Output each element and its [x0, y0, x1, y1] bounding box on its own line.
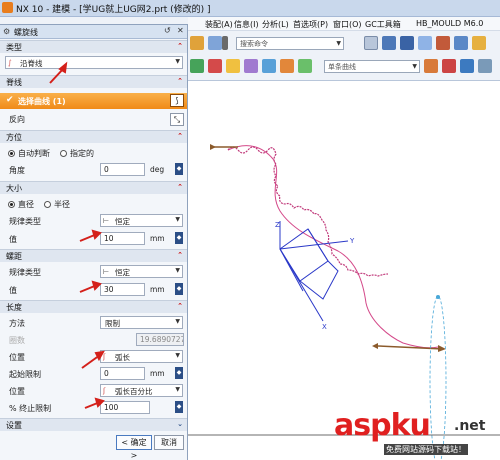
- menu-assembly[interactable]: 装配(A): [205, 19, 233, 30]
- axis-y-label: Y: [349, 237, 355, 245]
- snap-point-icon[interactable]: [208, 59, 222, 73]
- datum-csys: [279, 221, 349, 322]
- center-point-icon[interactable]: [298, 59, 312, 73]
- chain-icon[interactable]: [460, 59, 474, 73]
- toolbar-row-2: 单条曲线 ▼: [188, 55, 500, 77]
- toolbar-row-1: 搜索命令 ▼: [188, 32, 500, 54]
- menu-preferences[interactable]: 首选项(P): [293, 19, 328, 30]
- menu-analysis[interactable]: 分析(L): [262, 19, 289, 30]
- section-view-icon[interactable]: [454, 36, 468, 50]
- watermark: aspku .net 免费网站源码下载站！: [334, 408, 494, 456]
- mid-point-icon[interactable]: [244, 59, 258, 73]
- annotation-arrows: [49, 61, 105, 409]
- view-icon[interactable]: [208, 36, 222, 50]
- watermark-tld: .net: [454, 418, 486, 434]
- render-icon[interactable]: [400, 36, 414, 50]
- arrow-size-head: [91, 229, 102, 240]
- stop-at-intersection-icon[interactable]: [424, 59, 438, 73]
- shaded-view-icon[interactable]: [382, 36, 396, 50]
- end-arrow-head: [372, 343, 378, 349]
- command-search-input[interactable]: 搜索命令 ▼: [236, 37, 344, 50]
- menu-gc-toolbox[interactable]: GC工具箱: [365, 19, 401, 30]
- axis-z-label: Z: [275, 221, 280, 229]
- menu-info[interactable]: 信息(I): [234, 19, 259, 30]
- arrow-end-limit-head: [94, 397, 105, 408]
- follow-fillet-icon[interactable]: [442, 59, 456, 73]
- menu-window[interactable]: 窗口(O): [333, 19, 362, 30]
- wcs-icon[interactable]: [418, 36, 432, 50]
- snap-icon[interactable]: [472, 36, 486, 50]
- menu-bar: 装配(A) 信息(I) 分析(L) 首选项(P) 窗口(O) GC工具箱 HB_…: [188, 17, 500, 31]
- axis-x-label: X: [322, 323, 327, 331]
- intersection-icon[interactable]: [280, 59, 294, 73]
- end-point-marker: [436, 295, 440, 299]
- end-arrow-head-2: [438, 345, 446, 352]
- watermark-subtitle: 免费网站源码下载站！: [384, 444, 468, 455]
- start-arrow-head: [210, 144, 216, 150]
- curve-rule-select[interactable]: 单条曲线 ▼: [324, 60, 420, 73]
- helix-curve: [227, 146, 389, 277]
- end-point-icon[interactable]: [226, 59, 240, 73]
- filter-icon[interactable]: [190, 59, 204, 73]
- paint-icon[interactable]: [190, 36, 204, 50]
- dropdown-icon[interactable]: [222, 36, 228, 50]
- more-tools-icon[interactable]: [478, 59, 492, 73]
- layer-icon[interactable]: [436, 36, 450, 50]
- model-graphics: Z Y X: [188, 144, 500, 460]
- control-point-icon[interactable]: [262, 59, 276, 73]
- spine-curve: [227, 145, 439, 349]
- watermark-brand: aspku: [334, 408, 431, 443]
- graphics-viewport[interactable]: Z Y X: [188, 81, 500, 460]
- arrow-pitch-head: [91, 280, 102, 291]
- fit-view-icon[interactable]: [364, 36, 378, 50]
- menu-hb-mould[interactable]: HB_MOULD M6.0: [416, 19, 483, 28]
